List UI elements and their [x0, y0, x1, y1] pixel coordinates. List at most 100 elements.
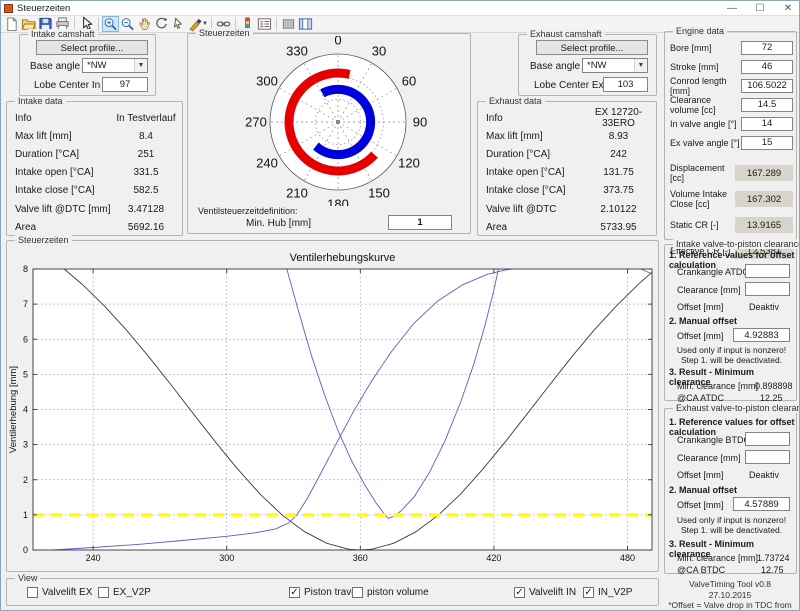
unchecked-checkbox-icon[interactable] — [98, 587, 109, 598]
intake-crankangle-label: Crankangle ATDC — [677, 267, 749, 277]
engine-input-field[interactable]: 72 — [741, 41, 793, 55]
y-tick-label: 8 — [23, 264, 28, 274]
engine-input-row: In valve angle [°]14 — [670, 114, 793, 133]
exhaust-data-row-value: 2.10122 — [586, 204, 651, 215]
exhaust-data-row: Duration [°CA]242 — [486, 145, 651, 163]
brush-dropdown-icon[interactable]: ▼ — [202, 21, 208, 27]
footer-tool-name: ValveTiming Tool v0.8 — [661, 579, 799, 590]
intake-data-row-value: 331.5 — [115, 167, 177, 178]
polar-angle-label: 330 — [286, 43, 308, 58]
checkbox-piston-travel[interactable]: ✓Piston travel — [289, 587, 359, 598]
intake-note-line1: Used only if input is nonzero! — [665, 345, 798, 355]
exhaust-data-panel: Exhaust data InfoEX 12720-33EROMax lift … — [477, 101, 657, 236]
polar-angle-label: 30 — [372, 43, 386, 58]
intake-data-panel-title: Intake data — [15, 96, 66, 106]
intake-base-angle-select[interactable]: *NW ▼ — [82, 58, 148, 73]
engine-output-row: Static CR [-]13.9165 — [670, 212, 793, 238]
insert-legend-button[interactable] — [256, 16, 273, 32]
exhaust-data-row-label: Info — [486, 113, 586, 124]
pan-button[interactable] — [136, 16, 153, 32]
y-tick-label: 2 — [23, 475, 28, 485]
polar-angle-label: 240 — [256, 156, 278, 171]
exhaust-data-row-value: 5733.95 — [586, 222, 651, 233]
intake-manual-offset-label: Offset [mm] — [677, 331, 723, 341]
intake-manual-offset-input[interactable]: 4.92883 — [733, 328, 790, 342]
exhaust-camshaft-panel: Exhaust camshaft Select profile... Base … — [518, 34, 657, 96]
rotate-3d-button[interactable] — [153, 16, 170, 32]
intake-data-row-value: 251 — [115, 149, 177, 160]
zoom-in-button[interactable] — [102, 16, 119, 32]
checkbox-valvelift-in[interactable]: ✓Valvelift IN — [514, 587, 576, 598]
checked-checkbox-icon[interactable]: ✓ — [289, 587, 300, 598]
intake-data-row-value: In Testverlauf — [115, 113, 177, 124]
title-bar: Steuerzeiten — ☐ ✕ — [1, 1, 799, 16]
engine-input-label: Clearance volume [cc] — [670, 95, 741, 115]
unchecked-checkbox-icon[interactable] — [27, 587, 38, 598]
exhaust-lobe-center-input[interactable]: 103 — [603, 77, 648, 92]
exhaust-manual-offset-input[interactable]: 4.57889 — [733, 497, 790, 511]
engine-input-row: Bore [mm]72 — [670, 38, 793, 57]
intake-clearance-panel-title: Intake valve-to-piston clearance — [673, 239, 800, 249]
exhaust-step2-title: 2. Manual offset — [669, 485, 737, 495]
engine-input-field[interactable]: 15 — [741, 136, 793, 150]
new-document-button[interactable] — [3, 16, 20, 32]
engine-input-row: Clearance volume [cc]14.5 — [670, 95, 793, 114]
valve-lift-panel-title: Steuerzeiten — [15, 235, 72, 245]
intake-crankangle-input[interactable] — [745, 264, 790, 278]
data-cursor-button[interactable] — [170, 16, 187, 32]
exhaust-data-row: Area5733.95 — [486, 218, 651, 236]
engine-input-field[interactable]: 46 — [741, 60, 793, 74]
exhaust-base-angle-label: Base angle — [530, 61, 580, 72]
app-window: Steuerzeiten — ☐ ✕ ▼ Intake camshaft Sel… — [0, 0, 800, 611]
checked-checkbox-icon[interactable]: ✓ — [583, 587, 594, 598]
exhaust-data-panel-title: Exhaust data — [486, 96, 545, 106]
engine-input-field[interactable]: 14.5 — [741, 98, 793, 112]
intake-select-profile-button[interactable]: Select profile... — [36, 40, 148, 55]
intake-base-angle-label: Base angle — [30, 61, 80, 72]
intake-lobe-center-input[interactable]: 97 — [102, 77, 148, 92]
unchecked-checkbox-icon[interactable] — [352, 587, 363, 598]
checkbox-in-v2p[interactable]: ✓ IN_V2P — [583, 587, 632, 598]
engine-input-field[interactable]: 14 — [741, 117, 793, 131]
checked-checkbox-icon[interactable]: ✓ — [514, 587, 525, 598]
exhaust-manual-offset-label: Offset [mm] — [677, 500, 723, 510]
min-hub-input[interactable]: 1 — [388, 215, 452, 230]
insert-legend-icon — [257, 16, 272, 32]
checkbox-label: IN_V2P — [598, 587, 632, 598]
checkbox-ex-v2p[interactable]: EX_V2P — [98, 587, 151, 598]
y-tick-label: 5 — [23, 369, 28, 379]
engine-input-field[interactable]: 106.5022 — [741, 79, 793, 93]
engine-data-panel: Engine data Bore [mm]72Stroke [mm]46Conr… — [664, 31, 797, 240]
timing-definition-label: Ventilsteuerzeitdefinition: — [198, 206, 298, 216]
exhaust-data-row: Valve lift @DTC2.10122 — [486, 200, 651, 218]
intake-data-row: Max lift [mm]8.4 — [15, 127, 177, 145]
intake-data-row-value: 8.4 — [115, 131, 177, 142]
exhaust-data-row: Intake close [°CA]373.75 — [486, 182, 651, 200]
min-hub-label: Min. Hub [mm] — [246, 218, 311, 229]
engine-data-panel-title: Engine data — [673, 26, 727, 36]
x-tick-label: 300 — [219, 553, 234, 563]
intake-clearance-input[interactable] — [745, 282, 790, 296]
x-tick-label: 420 — [486, 553, 501, 563]
exhaust-clearance-input[interactable] — [745, 450, 790, 464]
minimize-button[interactable]: — — [725, 3, 739, 14]
checkbox-piston-volume[interactable]: piston volume — [352, 587, 429, 598]
show-plot-tools-button[interactable] — [297, 16, 314, 32]
exhaust-crankangle-input[interactable] — [745, 432, 790, 446]
zoom-out-button[interactable] — [119, 16, 136, 32]
maximize-button[interactable]: ☐ — [753, 3, 767, 14]
intake-data-row: Area5692.16 — [15, 218, 177, 236]
exhaust-camshaft-panel-title: Exhaust camshaft — [527, 29, 605, 39]
engine-output-value: 167.302 — [735, 191, 793, 207]
exhaust-select-profile-button[interactable]: Select profile... — [536, 40, 648, 55]
hide-plot-tools-button[interactable] — [280, 16, 297, 32]
intake-ca-label: @CA ATDC — [677, 393, 724, 403]
valve-lift-plot-panel: Steuerzeiten 240300360420480012345678Ven… — [6, 240, 659, 572]
engine-input-label: Bore [mm] — [670, 43, 741, 53]
footer-date: 27.10.2015 — [661, 590, 799, 601]
checkbox-valvelift-ex[interactable]: Valvelift EX — [27, 587, 92, 598]
engine-input-label: Conrod length [mm] — [670, 76, 741, 96]
intake-data-row-value: 3.47128 — [115, 204, 177, 215]
close-button[interactable]: ✕ — [781, 3, 795, 14]
exhaust-base-angle-select[interactable]: *NW ▼ — [582, 58, 648, 73]
